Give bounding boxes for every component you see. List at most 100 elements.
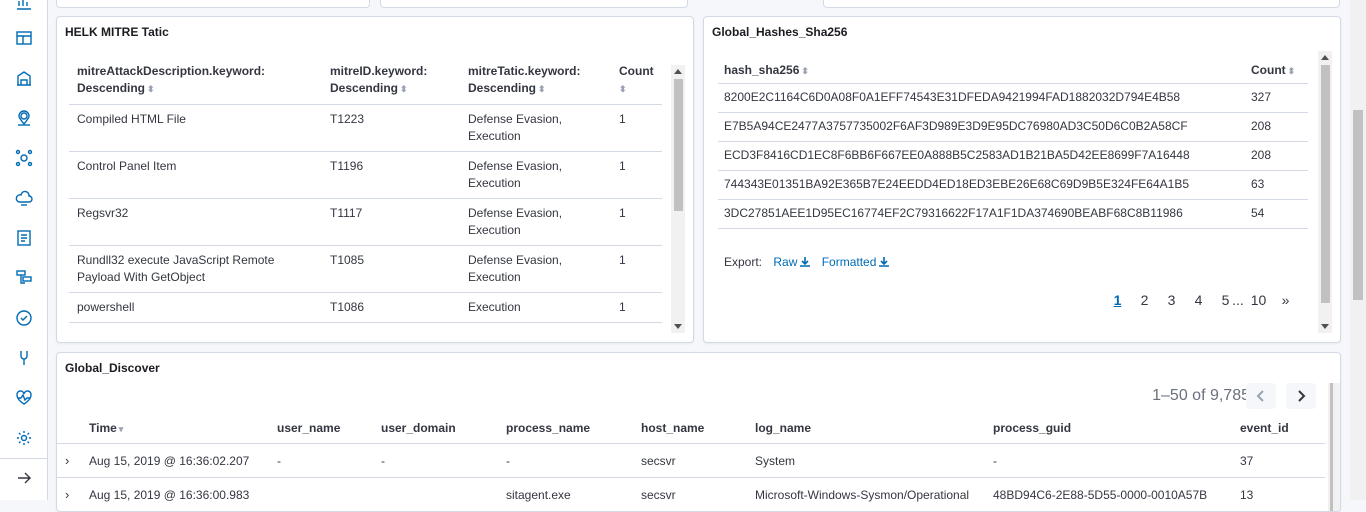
panel-above-1: [56, 0, 370, 8]
monitoring-icon[interactable]: [14, 388, 34, 408]
export-formatted-label: Formatted: [821, 255, 877, 269]
scroll-up-arrow-icon[interactable]: [1321, 55, 1329, 60]
chevron-right-icon: [1298, 390, 1306, 402]
col-user-domain[interactable]: user_domain: [373, 413, 498, 444]
cell-process-name: sitagent.exe: [498, 477, 633, 511]
dashboard-icon[interactable]: [14, 28, 34, 48]
cell-hash: 3DC27851AEE1D95EC16774EF2C79316622F17A1F…: [718, 199, 1245, 229]
canvas-icon[interactable]: [14, 68, 34, 88]
sort-icon: ⬍: [147, 84, 155, 94]
column-sort-label: Descending: [77, 81, 146, 95]
col-mitre-description[interactable]: mitreAttackDescription.keyword: Descendin…: [69, 61, 322, 105]
page-link[interactable]: 1: [1104, 292, 1131, 308]
cell-process-name: -: [498, 443, 633, 478]
col-host-name[interactable]: host_name: [633, 413, 747, 444]
export-formatted-link[interactable]: Formatted: [822, 255, 890, 269]
cell-time: Aug 15, 2019 @ 16:36:00.983: [81, 477, 269, 511]
hashes-panel-scrollbar[interactable]: [1318, 51, 1332, 333]
cell-log-name: Microsoft-Windows-Sysmon/Operational: [747, 477, 985, 511]
cell-hash: 8200E2C1164C6D0A08F0A1EFF74543E31DFEDA94…: [718, 83, 1245, 113]
col-count[interactable]: Count ⬍: [1245, 61, 1308, 84]
page-scrollbar[interactable]: [1350, 0, 1366, 500]
panel-above-3: [823, 0, 1340, 8]
table-row: E7B5A94CE2477A3757735002F6AF3D989E3D9E95…: [718, 112, 1308, 142]
col-event-id[interactable]: event_id: [1232, 413, 1325, 444]
cell-tactic: Defense Evasion, Execution: [460, 151, 611, 199]
column-sort-label: Descending: [468, 81, 537, 95]
cell-hash: 744343E01351BA92E365B7E24EEDD4ED18ED3EBE…: [718, 170, 1245, 200]
next-page-link[interactable]: »: [1272, 292, 1299, 308]
panel-above-2: [380, 0, 688, 8]
scroll-down-arrow-icon[interactable]: [1321, 324, 1329, 329]
col-process-guid[interactable]: process_guid: [985, 413, 1232, 444]
ml-icon[interactable]: [14, 148, 34, 168]
table-row: › Aug 15, 2019 @ 16:36:02.207 - - - secs…: [57, 443, 1325, 478]
column-header: mitreTatic.keyword:: [468, 64, 581, 78]
table-row: 744343E01351BA92E365B7E24EEDD4ED18ED3EBE…: [718, 170, 1308, 200]
col-time[interactable]: Time ▾: [81, 413, 269, 444]
mitre-panel-scrollbar[interactable]: [671, 65, 685, 333]
page-ellipsis: ...: [1232, 292, 1244, 308]
apm-icon[interactable]: [14, 268, 34, 288]
cell-tactic: Defense Evasion, Execution: [460, 198, 611, 246]
col-count[interactable]: Count ⬍: [611, 61, 662, 105]
expand-row-button[interactable]: ›: [57, 443, 81, 478]
col-user-name[interactable]: user_name: [269, 413, 373, 444]
dev-tools-icon[interactable]: [14, 348, 34, 368]
cell-time: Aug 15, 2019 @ 16:36:02.207: [81, 443, 269, 478]
cell-user-name: -: [269, 443, 373, 478]
page-link[interactable]: 4: [1185, 292, 1212, 308]
scrollbar-thumb[interactable]: [1353, 110, 1363, 300]
column-header: mitreID.keyword:: [330, 64, 428, 78]
col-log-name[interactable]: log_name: [747, 413, 985, 444]
cell-id: T1223: [322, 104, 460, 152]
scroll-down-arrow-icon[interactable]: [674, 324, 682, 329]
pagination: 1 2 3 4 5 ... 10 »: [1104, 292, 1299, 308]
page-link[interactable]: 10: [1245, 292, 1272, 308]
maps-icon[interactable]: [14, 108, 34, 128]
management-gear-icon[interactable]: [14, 428, 34, 448]
expand-row-button[interactable]: ›: [57, 477, 81, 511]
page-link[interactable]: 2: [1131, 292, 1158, 308]
cell-id: T1117: [322, 198, 460, 246]
column-header: mitreAttackDescription.keyword:: [77, 64, 266, 78]
cell-host-name: secsvr: [633, 443, 747, 478]
discover-panel-scrollbar[interactable]: [1328, 383, 1340, 511]
table-row: Rundll32 execute JavaScript Remote Paylo…: [69, 245, 662, 293]
page-link[interactable]: 3: [1158, 292, 1185, 308]
col-mitre-tactic[interactable]: mitreTatic.keyword: Descending ⬍: [460, 61, 611, 105]
scrollbar-thumb[interactable]: [1330, 383, 1333, 511]
col-mitre-id[interactable]: mitreID.keyword: Descending ⬍: [322, 61, 460, 105]
cell-log-name: System: [747, 443, 985, 478]
mitre-table: mitreAttackDescription.keyword: Descendin…: [69, 61, 662, 323]
col-process-name[interactable]: process_name: [498, 413, 633, 444]
next-page-button[interactable]: [1286, 383, 1316, 409]
previous-page-button[interactable]: [1246, 383, 1276, 409]
cell-process-guid: 48BD94C6-2E88-5D55-0000-0010A57B: [985, 477, 1232, 511]
result-count-label: 1–50 of 9,785: [1152, 387, 1250, 404]
panel-title: Global_Discover: [65, 361, 160, 375]
visualize-icon[interactable]: [14, 0, 34, 12]
export-raw-link[interactable]: Raw: [773, 255, 811, 269]
logs-icon[interactable]: [14, 228, 34, 248]
table-row: Compiled HTML File T1223 Defense Evasion, …: [69, 104, 662, 152]
scrollbar-thumb[interactable]: [1321, 65, 1330, 303]
cell-count: 54: [1245, 199, 1308, 229]
cell-user-name: [269, 477, 373, 511]
scroll-up-arrow-icon[interactable]: [674, 69, 682, 74]
uptime-icon[interactable]: [14, 308, 34, 328]
chevron-left-icon: [1256, 390, 1264, 402]
cell-id: T1085: [322, 245, 460, 293]
cell-count: 327: [1245, 83, 1308, 113]
cell-event-id: 37: [1232, 443, 1325, 478]
column-header: Count: [1251, 63, 1286, 77]
export-raw-label: Raw: [773, 255, 798, 269]
expand-nav-arrow-icon[interactable]: [14, 468, 34, 488]
cell-description: Compiled HTML File: [69, 104, 322, 152]
col-hash-sha256[interactable]: hash_sha256 ⬍: [718, 61, 1245, 84]
scrollbar-thumb[interactable]: [674, 79, 683, 211]
table-row: ECD3F8416CD1EC8F6BB6F667EE0A888B5C2583AD…: [718, 141, 1308, 171]
infrastructure-icon[interactable]: [14, 188, 34, 208]
download-icon: [879, 257, 890, 267]
cell-user-domain: -: [373, 443, 498, 478]
